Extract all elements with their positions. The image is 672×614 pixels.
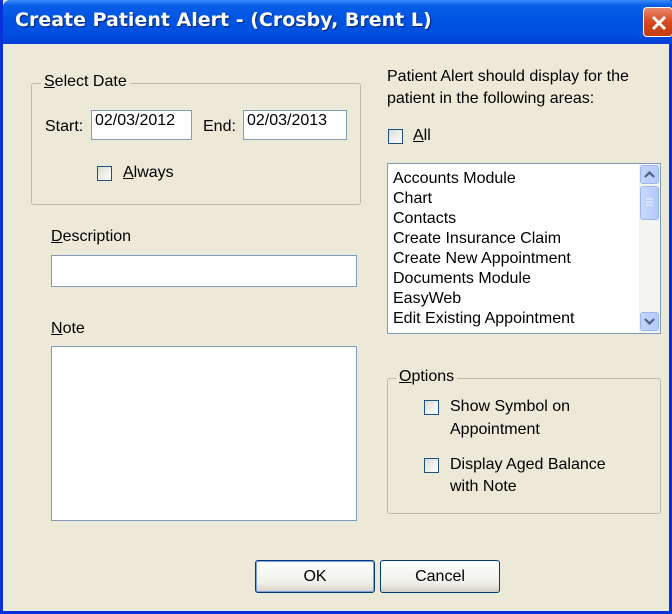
start-date-field[interactable]: 02/03/2012	[91, 110, 192, 140]
show-symbol-label-line1: Show Symbol on	[450, 398, 571, 415]
scroll-thumb[interactable]	[640, 186, 659, 220]
scroll-down-button[interactable]	[640, 312, 659, 331]
list-item[interactable]: Accounts Module	[393, 169, 516, 189]
list-item[interactable]: Create Insurance Claim	[393, 229, 561, 249]
always-checkbox[interactable]	[97, 166, 112, 181]
list-item[interactable]: Chart	[393, 189, 432, 209]
aged-balance-label-line1: Display Aged Balance	[450, 456, 606, 473]
description-label: Description	[51, 228, 132, 245]
aged-balance-label-line2: with Note	[450, 478, 517, 495]
window-title: Create Patient Alert - (Crosby, Brent L)	[15, 9, 432, 31]
ok-button[interactable]: OK	[255, 560, 375, 593]
start-label: Start:	[45, 118, 84, 135]
list-item[interactable]: EasyWeb	[393, 289, 461, 309]
chevron-down-icon	[644, 318, 655, 326]
scroll-up-button[interactable]	[640, 165, 659, 184]
always-label: Always	[123, 164, 174, 181]
all-label: All	[413, 127, 431, 144]
create-patient-alert-dialog: Create Patient Alert - (Crosby, Brent L)…	[0, 0, 672, 614]
chevron-up-icon	[644, 170, 655, 178]
end-date-field[interactable]: 02/03/2013	[243, 110, 347, 140]
list-item[interactable]: Documents Module	[393, 269, 531, 289]
description-field[interactable]	[51, 255, 357, 287]
areas-listbox[interactable]: Accounts Module Chart Contacts Create In…	[387, 163, 661, 334]
areas-prompt-line2: patient in the following areas:	[387, 90, 595, 107]
list-item[interactable]: Edit Existing Appointment	[393, 309, 574, 329]
title-bar[interactable]: Create Patient Alert - (Crosby, Brent L)	[3, 0, 672, 44]
areas-prompt-line1: Patient Alert should display for the	[387, 68, 629, 85]
note-label: Note	[51, 320, 85, 337]
select-date-label: Select Date	[41, 73, 130, 91]
list-scrollbar[interactable]	[639, 164, 660, 333]
list-item[interactable]: Contacts	[393, 209, 456, 229]
grip-icon	[646, 198, 653, 206]
aged-balance-checkbox[interactable]	[424, 458, 439, 473]
options-label: Options	[396, 368, 458, 386]
show-symbol-checkbox[interactable]	[424, 400, 439, 415]
show-symbol-label-line2: Appointment	[450, 421, 540, 438]
all-checkbox[interactable]	[388, 129, 403, 144]
end-label: End:	[203, 118, 236, 135]
select-date-group	[31, 83, 361, 205]
close-icon	[651, 15, 667, 31]
note-textarea[interactable]	[51, 346, 357, 521]
cancel-button[interactable]: Cancel	[380, 560, 500, 593]
close-button[interactable]	[643, 7, 672, 37]
list-item[interactable]: Create New Appointment	[393, 249, 571, 269]
